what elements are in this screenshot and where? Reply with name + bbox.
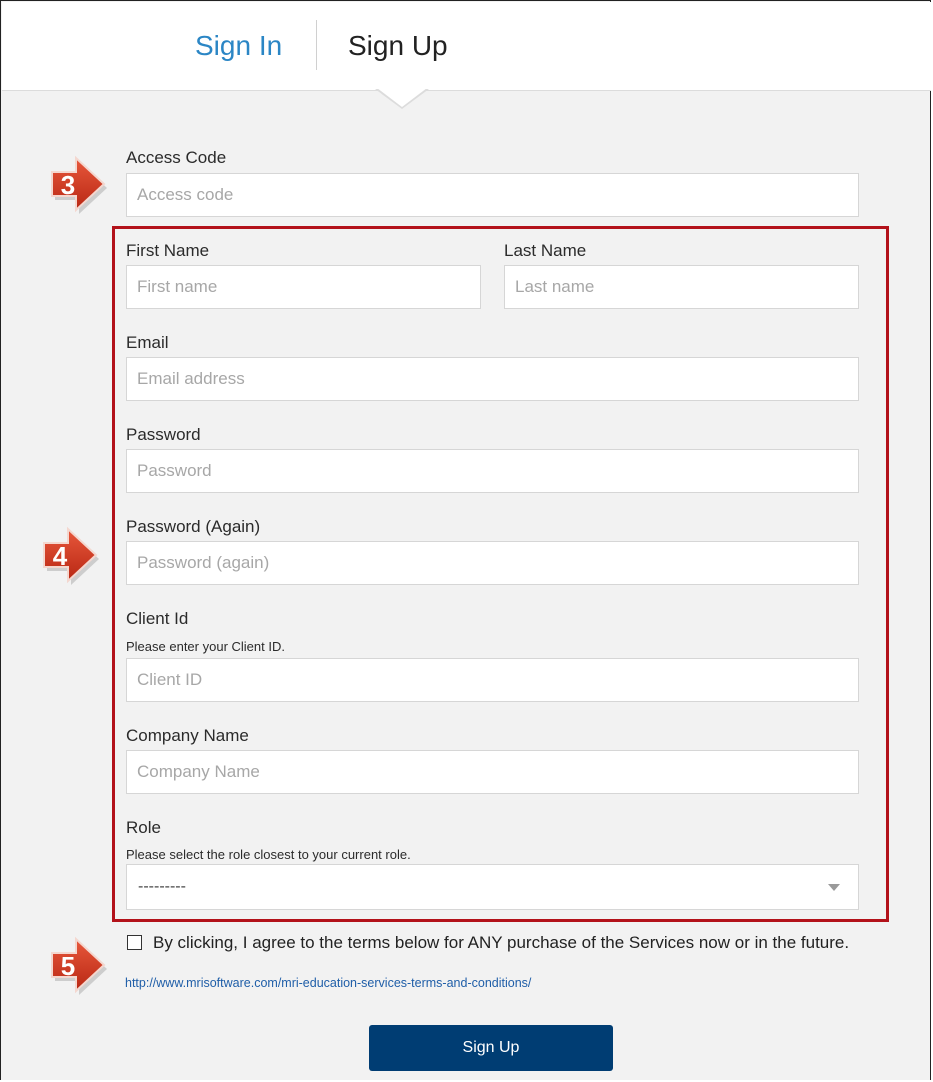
callout-arrow-5: 5 xyxy=(51,936,107,995)
access-code-label: Access Code xyxy=(126,148,227,167)
callout-number-3: 3 xyxy=(61,170,75,200)
tab-sign-in[interactable]: Sign In xyxy=(195,28,282,64)
terms-text: By clicking, I agree to the terms below … xyxy=(153,933,850,952)
callout-arrow-4: 4 xyxy=(43,526,99,585)
terms-link[interactable]: http://www.mrisoftware.com/mri-education… xyxy=(125,976,531,990)
callout-number-4: 4 xyxy=(53,541,68,571)
sign-up-button[interactable]: Sign Up xyxy=(369,1025,613,1071)
tab-divider xyxy=(316,20,317,70)
highlight-box xyxy=(112,226,889,922)
tab-sign-up[interactable]: Sign Up xyxy=(348,28,448,64)
callout-number-5: 5 xyxy=(61,951,75,981)
signup-panel: Sign In Sign Up Access Code First Name L… xyxy=(0,0,931,1080)
callout-arrow-3: 3 xyxy=(51,155,107,214)
auth-tabs-header: Sign In Sign Up xyxy=(2,2,931,91)
access-code-input[interactable] xyxy=(126,173,859,217)
